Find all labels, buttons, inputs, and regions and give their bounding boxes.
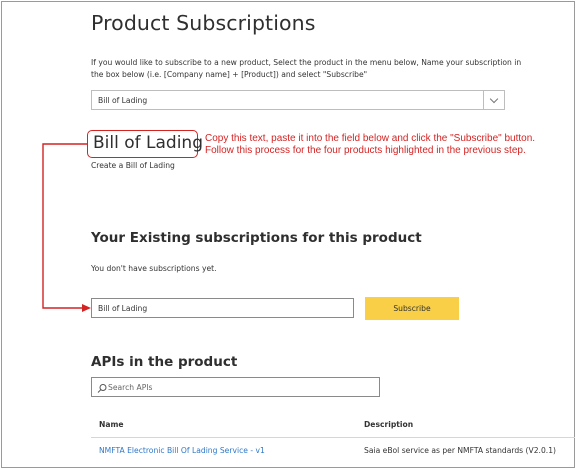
product-select-value: Bill of Lading xyxy=(98,96,148,105)
apis-title: APIs in the product xyxy=(91,354,238,370)
api-link[interactable]: NMFTA Electronic Bill Of Lading Service … xyxy=(99,446,265,455)
product-name: Bill of Lading xyxy=(93,133,203,153)
existing-subscriptions-title: Your Existing subscriptions for this pro… xyxy=(91,230,422,246)
search-apis-input[interactable] xyxy=(108,379,376,395)
apis-table: Name Description NMFTA Electronic Bill O… xyxy=(91,414,575,464)
api-search[interactable] xyxy=(91,377,380,397)
product-description: Create a Bill of Lading xyxy=(91,161,175,170)
annotation-note: Copy this text, paste it into the field … xyxy=(205,133,536,156)
empty-subscriptions-message: You don't have subscriptions yet. xyxy=(91,264,217,273)
search-icon xyxy=(97,384,107,393)
column-header-description: Description xyxy=(364,420,414,429)
api-description: Saia eBol service as per NMFTA standards… xyxy=(364,446,556,455)
page-title: Product Subscriptions xyxy=(91,11,316,35)
product-select[interactable]: Bill of Lading xyxy=(91,90,505,110)
subscription-name-input[interactable] xyxy=(91,298,354,318)
column-header-name: Name xyxy=(99,420,124,429)
table-row: NMFTA Electronic Bill Of Lading Service … xyxy=(91,438,575,464)
chevron-down-icon xyxy=(489,94,499,103)
table-header-row: Name Description xyxy=(91,414,575,438)
subscribe-button[interactable]: Subscribe xyxy=(365,297,459,320)
intro-text: If you would like to subscribe to a new … xyxy=(91,58,522,79)
product-select-toggle[interactable] xyxy=(483,91,504,109)
